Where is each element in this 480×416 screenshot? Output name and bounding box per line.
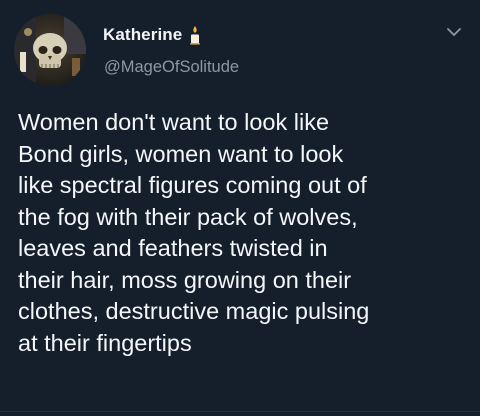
author-handle[interactable]: @MageOfSolitude bbox=[104, 58, 239, 77]
tweet-text: Women don't want to look like Bond girls… bbox=[18, 109, 370, 356]
candle-emoji-icon bbox=[190, 26, 201, 45]
divider bbox=[0, 411, 480, 412]
avatar[interactable] bbox=[14, 14, 86, 86]
display-name[interactable]: Katherine bbox=[103, 25, 182, 45]
tweet-card: Katherine @MageOfSolitude Women don't wa… bbox=[0, 0, 480, 416]
chevron-down-icon bbox=[447, 28, 461, 36]
tweet-menu-button[interactable] bbox=[446, 26, 462, 38]
author-name-row[interactable]: Katherine bbox=[103, 24, 202, 46]
skull-avatar-icon bbox=[14, 14, 86, 86]
